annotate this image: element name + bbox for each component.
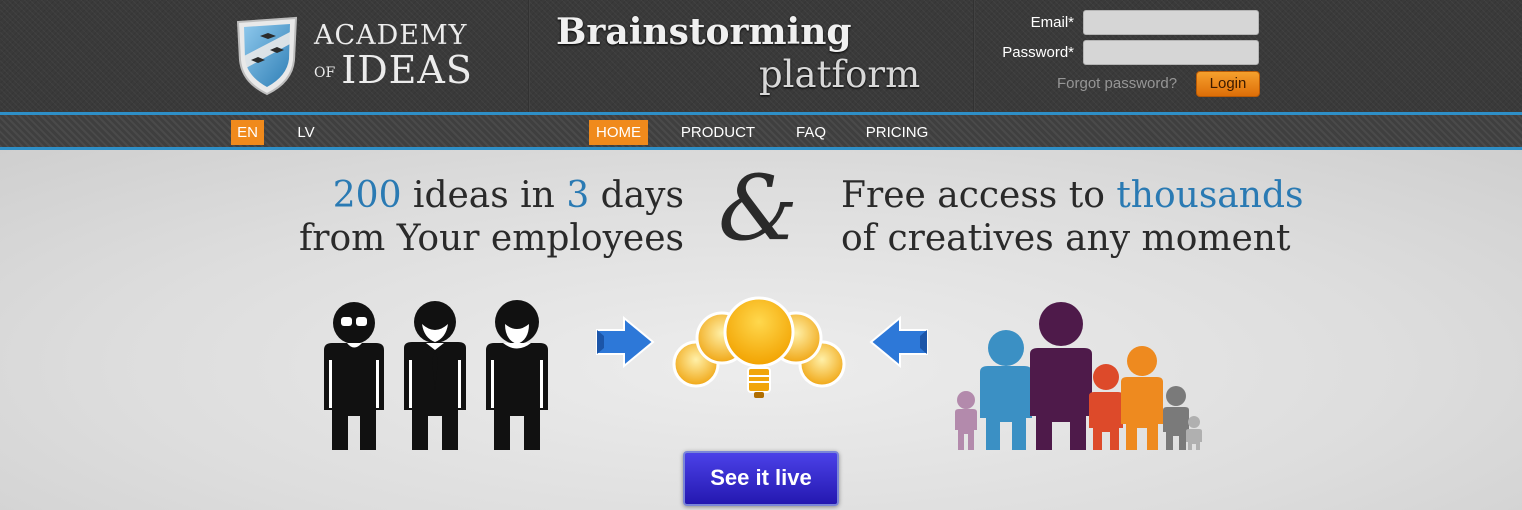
lang-lv[interactable]: LV [291,120,321,145]
nav-item-home[interactable]: HOME [589,120,648,145]
shield-logo-icon[interactable] [234,16,300,96]
ampersand: & [718,156,799,261]
password-label: Password* [1002,44,1074,61]
lightbulbs-icon [672,296,846,398]
header-divider [528,0,530,112]
headline-line2: from Your employees [298,218,684,259]
ideas-count: 200 [332,175,402,216]
email-label: Email* [1030,14,1074,31]
headline-line2: of creatives any moment [841,218,1291,259]
forgot-password-link[interactable]: Forgot password? [1057,75,1177,92]
nav-item-product[interactable]: PRODUCT [674,120,762,145]
days-count: 3 [566,175,590,216]
headline-text: Free access to [841,175,1117,216]
platform-title: Brainstorming [556,11,852,53]
brand-of: OF [314,65,336,81]
brand-line1: ACADEMY [314,20,468,51]
brand-wordmark[interactable]: ACADEMY OF IDEAS [314,22,473,89]
main-nav: EN LV HOME PRODUCT FAQ PRICING [0,112,1522,150]
site-header: ACADEMY OF IDEAS Brainstorming platform E… [0,0,1522,112]
family-icon [955,302,1202,450]
hero-headline-left: 200 ideas in 3 days from Your employees [299,174,684,260]
email-field[interactable] [1083,10,1259,35]
see-it-live-button[interactable]: See it live [683,451,839,506]
headline-text: days [589,175,684,216]
headline-text: ideas in [401,175,567,216]
password-field[interactable] [1083,40,1259,65]
nav-item-pricing[interactable]: PRICING [861,120,933,145]
employees-icon [324,300,548,450]
arrow-left-icon [869,315,928,369]
arrow-right-icon [596,315,655,369]
nav-item-faq[interactable]: FAQ [788,120,834,145]
hero-headline-right: Free access to thousands of creatives an… [841,174,1303,260]
platform-subtitle: platform [759,53,921,96]
brand-line2: IDEAS [341,48,473,92]
headline-highlight: thousands [1116,175,1304,216]
lang-en[interactable]: EN [231,120,264,145]
login-button[interactable]: Login [1196,71,1260,97]
